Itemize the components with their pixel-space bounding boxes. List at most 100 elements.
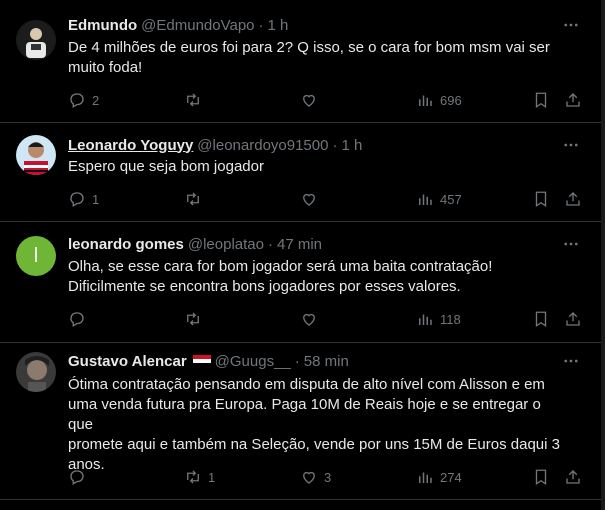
tweet-text: Olha, se esse cara for bom jogador será … bbox=[68, 257, 568, 297]
like-button[interactable] bbox=[300, 189, 324, 209]
reply-button[interactable] bbox=[68, 467, 92, 487]
tweet-leonardo-yoguyy[interactable]: Leonardo Yoguyy @leonardoyo91500 · 1 h E… bbox=[0, 123, 601, 222]
more-dots-icon bbox=[564, 23, 578, 27]
bookmark-icon bbox=[535, 92, 547, 109]
timestamp[interactable]: 58 min bbox=[304, 353, 349, 370]
retweet-button[interactable]: 1 bbox=[184, 467, 215, 487]
share-button[interactable] bbox=[564, 309, 582, 329]
avatar[interactable] bbox=[16, 352, 56, 392]
more-options-button[interactable] bbox=[561, 15, 581, 35]
retweet-count: 1 bbox=[208, 469, 216, 485]
retweet-button[interactable] bbox=[184, 309, 208, 329]
avatar[interactable] bbox=[16, 20, 56, 60]
retweet-button[interactable] bbox=[184, 189, 208, 209]
views-button[interactable]: 118 bbox=[416, 309, 461, 329]
tweet-header: Gustavo Alencar @Guugs__ · 58 min bbox=[68, 351, 349, 371]
user-handle[interactable]: @leonardoyo91500 bbox=[197, 137, 328, 154]
tweet-text-line: muito foda! bbox=[68, 59, 143, 76]
separator-dot: · bbox=[258, 16, 264, 34]
views-icon bbox=[419, 472, 432, 483]
reply-feed: Edmundo @EdmundoVapo · 1 h De 4 milhões … bbox=[0, 0, 602, 510]
bookmark-button[interactable] bbox=[532, 467, 550, 487]
tweet-text-line: uma venda futura pra Europa. Paga 10M de… bbox=[68, 396, 541, 433]
retweet-icon bbox=[187, 93, 199, 107]
action-bar: 2 696 bbox=[68, 90, 588, 110]
like-button[interactable] bbox=[300, 90, 324, 110]
tweet-text: Espero que seja bom jogador bbox=[68, 157, 568, 177]
tweet-gustavo-alencar[interactable]: Gustavo Alencar @Guugs__ · 58 min Ótima … bbox=[0, 343, 601, 500]
tweet-text-line: Dificilmente se encontra bons jogadores … bbox=[68, 278, 461, 295]
reply-button[interactable]: 2 bbox=[68, 90, 99, 110]
view-count: 274 bbox=[440, 469, 462, 485]
share-icon bbox=[566, 93, 580, 107]
like-button[interactable]: 3 bbox=[300, 467, 331, 487]
reply-icon bbox=[70, 192, 84, 207]
more-options-button[interactable] bbox=[561, 351, 581, 371]
reply-button[interactable] bbox=[68, 309, 92, 329]
like-icon bbox=[303, 471, 315, 484]
views-icon bbox=[419, 314, 432, 325]
reply-icon bbox=[70, 93, 84, 108]
user-handle[interactable]: @EdmundoVapo bbox=[141, 17, 254, 34]
display-name[interactable]: Leonardo Yoguyy bbox=[68, 137, 193, 154]
share-icon bbox=[566, 470, 580, 484]
reply-icon bbox=[70, 470, 84, 485]
view-count: 696 bbox=[440, 92, 462, 108]
bookmark-button[interactable] bbox=[532, 90, 550, 110]
tweet-text: Ótima contratação pensando em disputa de… bbox=[68, 375, 568, 475]
views-icon bbox=[419, 95, 432, 106]
timestamp[interactable]: 1 h bbox=[341, 137, 362, 154]
avatar-initial: l bbox=[33, 244, 39, 267]
avatar[interactable]: l bbox=[16, 236, 56, 276]
tweet-header: Leonardo Yoguyy @leonardoyo91500 · 1 h bbox=[68, 135, 362, 155]
tweet-text-line: promete aqui e também na Seleção, vende … bbox=[68, 436, 560, 453]
separator-dot: · bbox=[332, 136, 338, 154]
tweet-text-line: Ótima contratação pensando em disputa de… bbox=[68, 376, 545, 393]
retweet-icon bbox=[187, 312, 199, 326]
user-handle[interactable]: @Guugs__ bbox=[215, 353, 291, 370]
reply-count: 2 bbox=[92, 92, 100, 108]
share-button[interactable] bbox=[564, 189, 582, 209]
bookmark-icon bbox=[535, 469, 547, 486]
more-dots-icon bbox=[564, 242, 578, 246]
timestamp[interactable]: 47 min bbox=[277, 236, 322, 253]
retweet-icon bbox=[187, 470, 199, 484]
tweet-edmundo[interactable]: Edmundo @EdmundoVapo · 1 h De 4 milhões … bbox=[0, 0, 601, 123]
bookmark-button[interactable] bbox=[532, 189, 550, 209]
reply-button[interactable]: 1 bbox=[68, 189, 99, 209]
retweet-button[interactable] bbox=[184, 90, 208, 110]
display-name[interactable]: leonardo gomes bbox=[68, 236, 184, 253]
views-button[interactable]: 274 bbox=[416, 467, 462, 487]
share-icon bbox=[566, 192, 580, 206]
user-handle[interactable]: @leoplatao bbox=[188, 236, 264, 253]
views-button[interactable]: 696 bbox=[416, 90, 462, 110]
more-options-button[interactable] bbox=[561, 135, 581, 155]
avatar[interactable] bbox=[16, 135, 56, 175]
timestamp[interactable]: 1 h bbox=[268, 17, 289, 34]
tweet-text-line: De 4 milhões de euros foi para 2? Q isso… bbox=[68, 39, 550, 56]
like-icon bbox=[303, 94, 315, 107]
share-button[interactable] bbox=[564, 90, 582, 110]
action-bar: 1 3 274 bbox=[68, 467, 588, 487]
bookmark-icon bbox=[535, 191, 547, 208]
scrollbar[interactable] bbox=[601, 0, 605, 510]
like-button[interactable] bbox=[300, 309, 324, 329]
display-name[interactable]: Gustavo Alencar bbox=[68, 353, 187, 370]
share-button[interactable] bbox=[564, 467, 582, 487]
reply-count: 1 bbox=[92, 191, 100, 207]
bookmark-button[interactable] bbox=[532, 309, 550, 329]
more-dots-icon bbox=[564, 143, 578, 147]
views-button[interactable]: 457 bbox=[416, 189, 462, 209]
retweet-icon bbox=[187, 192, 199, 206]
view-count: 457 bbox=[440, 191, 462, 207]
tweet-leonardo-gomes[interactable]: l leonardo gomes @leoplatao · 47 min Olh… bbox=[0, 222, 601, 343]
views-icon bbox=[419, 194, 432, 205]
more-options-button[interactable] bbox=[561, 234, 581, 254]
tweet-header: leonardo gomes @leoplatao · 47 min bbox=[68, 234, 322, 254]
tweet-text: De 4 milhões de euros foi para 2? Q isso… bbox=[68, 38, 568, 78]
display-name[interactable]: Edmundo bbox=[68, 17, 137, 34]
like-icon bbox=[303, 193, 315, 206]
reply-icon bbox=[70, 312, 84, 327]
view-count: 118 bbox=[440, 311, 461, 327]
flag-icon bbox=[192, 355, 211, 367]
